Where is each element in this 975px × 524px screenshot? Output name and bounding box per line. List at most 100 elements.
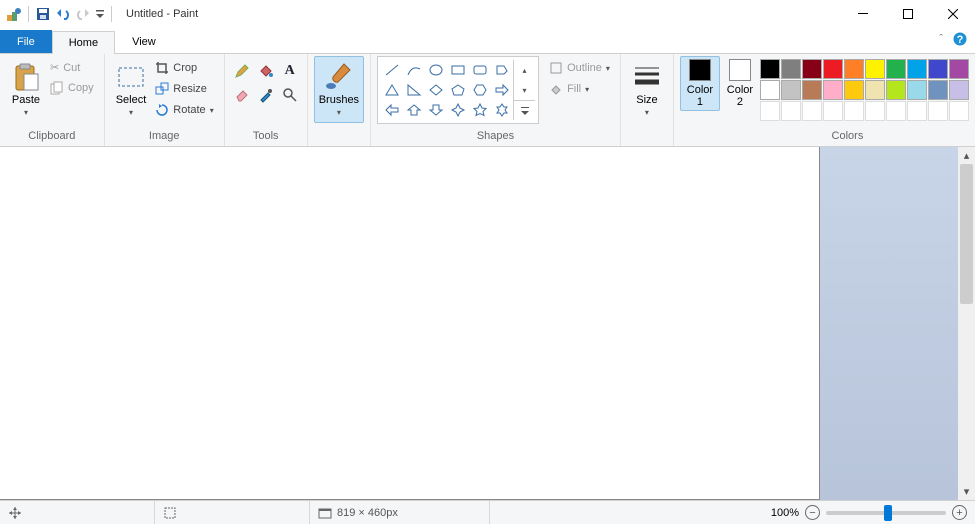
color1-button[interactable]: Color 1 bbox=[680, 56, 720, 111]
zoom-slider[interactable] bbox=[826, 511, 946, 515]
palette-swatch[interactable] bbox=[907, 80, 927, 100]
palette-swatch[interactable] bbox=[886, 80, 906, 100]
palette-swatch[interactable] bbox=[781, 80, 801, 100]
palette-swatch[interactable] bbox=[886, 101, 906, 121]
palette-swatch[interactable] bbox=[949, 80, 969, 100]
scroll-up-icon[interactable]: ▴ bbox=[958, 147, 975, 164]
shapes-expand[interactable] bbox=[513, 100, 535, 120]
fill-icon bbox=[549, 82, 563, 96]
help-icon[interactable]: ? bbox=[953, 32, 967, 46]
palette-swatch[interactable] bbox=[928, 80, 948, 100]
size-button[interactable]: Size▾ bbox=[627, 56, 667, 123]
palette-swatch[interactable] bbox=[844, 101, 864, 121]
palette-swatch[interactable] bbox=[844, 59, 864, 79]
pencil-tool[interactable] bbox=[231, 60, 253, 82]
palette-swatch[interactable] bbox=[823, 101, 843, 121]
palette-swatch[interactable] bbox=[760, 80, 780, 100]
palette-swatch[interactable] bbox=[949, 59, 969, 79]
undo-icon[interactable] bbox=[55, 6, 71, 22]
shape-arrow-up[interactable] bbox=[403, 100, 425, 120]
palette-swatch[interactable] bbox=[823, 80, 843, 100]
shape-arrow-down[interactable] bbox=[425, 100, 447, 120]
shape-hexagon[interactable] bbox=[469, 80, 491, 100]
palette-swatch[interactable] bbox=[865, 101, 885, 121]
shapes-scroll-up[interactable]: ▴ bbox=[513, 60, 535, 80]
palette-swatch[interactable] bbox=[865, 80, 885, 100]
shape-triangle[interactable] bbox=[381, 80, 403, 100]
save-icon[interactable] bbox=[35, 6, 51, 22]
shape-curve[interactable] bbox=[403, 60, 425, 80]
tab-view[interactable]: View bbox=[115, 30, 173, 53]
color-palette[interactable] bbox=[760, 56, 969, 121]
palette-swatch[interactable] bbox=[802, 80, 822, 100]
shape-fill-button[interactable]: Fill ▾ bbox=[545, 79, 614, 99]
text-tool[interactable]: A bbox=[279, 60, 301, 82]
palette-swatch[interactable] bbox=[781, 101, 801, 121]
shape-line[interactable] bbox=[381, 60, 403, 80]
shape-rectangle[interactable] bbox=[447, 60, 469, 80]
brushes-button[interactable]: Brushes▾ bbox=[314, 56, 364, 123]
palette-swatch[interactable] bbox=[760, 101, 780, 121]
resize-button[interactable]: Resize bbox=[151, 79, 217, 99]
color-picker-tool[interactable] bbox=[255, 84, 277, 106]
shape-6star[interactable] bbox=[491, 100, 513, 120]
palette-swatch[interactable] bbox=[802, 101, 822, 121]
shape-rounded-rectangle[interactable] bbox=[469, 60, 491, 80]
scroll-thumb[interactable] bbox=[960, 164, 973, 304]
crop-button[interactable]: Crop bbox=[151, 58, 217, 78]
shape-oval[interactable] bbox=[425, 60, 447, 80]
vertical-scrollbar[interactable]: ▴ ▾ bbox=[958, 147, 975, 500]
status-canvas-size: 819 × 460px bbox=[310, 501, 490, 524]
palette-swatch[interactable] bbox=[844, 80, 864, 100]
rotate-icon bbox=[155, 103, 169, 117]
canvas[interactable] bbox=[0, 147, 820, 500]
shape-polygon[interactable] bbox=[491, 60, 513, 80]
zoom-out-button[interactable]: − bbox=[805, 505, 820, 520]
eraser-tool[interactable] bbox=[231, 84, 253, 106]
paste-button[interactable]: Paste▾ bbox=[6, 56, 46, 123]
palette-swatch[interactable] bbox=[760, 59, 780, 79]
shape-4star[interactable] bbox=[447, 100, 469, 120]
minimize-button[interactable] bbox=[840, 0, 885, 28]
shape-pentagon[interactable] bbox=[447, 80, 469, 100]
magnifier-tool[interactable] bbox=[279, 84, 301, 106]
palette-swatch[interactable] bbox=[865, 59, 885, 79]
color2-button[interactable]: Color 2 bbox=[720, 56, 760, 111]
zoom-in-button[interactable]: + bbox=[952, 505, 967, 520]
palette-swatch[interactable] bbox=[823, 59, 843, 79]
palette-swatch[interactable] bbox=[928, 59, 948, 79]
maximize-button[interactable] bbox=[885, 0, 930, 28]
palette-swatch[interactable] bbox=[907, 59, 927, 79]
redo-icon[interactable] bbox=[75, 6, 91, 22]
palette-swatch[interactable] bbox=[886, 59, 906, 79]
scroll-down-icon[interactable]: ▾ bbox=[958, 483, 975, 500]
copy-button[interactable]: Copy bbox=[46, 78, 98, 98]
close-button[interactable] bbox=[930, 0, 975, 28]
fill-tool[interactable] bbox=[255, 60, 277, 82]
collapse-ribbon-icon[interactable]: ˆ bbox=[939, 33, 943, 45]
palette-swatch[interactable] bbox=[781, 59, 801, 79]
palette-swatch[interactable] bbox=[928, 101, 948, 121]
rotate-button[interactable]: Rotate ▾ bbox=[151, 100, 217, 120]
shape-5star[interactable] bbox=[469, 100, 491, 120]
qat-customize-icon[interactable] bbox=[95, 6, 105, 22]
shape-arrow-left[interactable] bbox=[381, 100, 403, 120]
palette-swatch[interactable] bbox=[949, 101, 969, 121]
cut-button[interactable]: ✂Cut bbox=[46, 58, 98, 77]
app-icon bbox=[6, 6, 22, 22]
select-button[interactable]: Select▾ bbox=[111, 56, 152, 123]
tab-home[interactable]: Home bbox=[52, 31, 115, 54]
shape-arrow-right[interactable] bbox=[491, 80, 513, 100]
shape-right-triangle[interactable] bbox=[403, 80, 425, 100]
crop-icon bbox=[155, 61, 169, 75]
shape-diamond[interactable] bbox=[425, 80, 447, 100]
palette-swatch[interactable] bbox=[802, 59, 822, 79]
palette-swatch[interactable] bbox=[907, 101, 927, 121]
cursor-position-icon bbox=[8, 506, 22, 520]
group-shapes: ▴ ▾ Outline ▾ bbox=[371, 54, 621, 146]
shapes-gallery[interactable]: ▴ ▾ bbox=[377, 56, 539, 124]
tab-file[interactable]: File bbox=[0, 30, 52, 53]
copy-icon bbox=[50, 81, 64, 95]
shapes-scroll-down[interactable]: ▾ bbox=[513, 80, 535, 100]
shape-outline-button[interactable]: Outline ▾ bbox=[545, 58, 614, 78]
